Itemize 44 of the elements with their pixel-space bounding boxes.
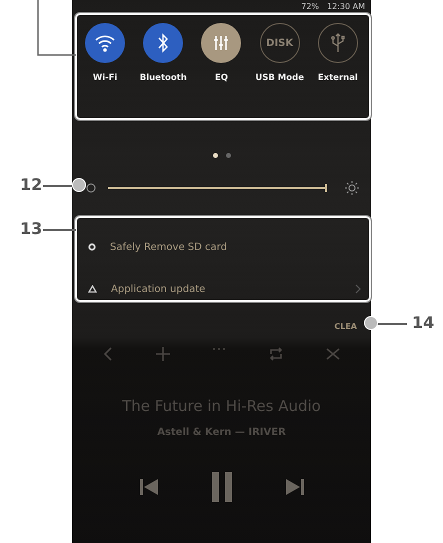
ring-icon <box>88 243 96 251</box>
clock-time: 12:30 AM <box>327 2 365 12</box>
callout-number: 13 <box>20 219 42 238</box>
notification-item[interactable]: Application update <box>72 268 371 310</box>
toggle-label: USB Mode <box>255 73 304 83</box>
back-icon[interactable] <box>103 347 114 361</box>
equalizer-icon <box>212 34 230 52</box>
notification-text: Safely Remove SD card <box>110 242 228 252</box>
leader-line <box>375 323 407 324</box>
track-artist: Astell & Kern — IRIVER <box>156 427 287 438</box>
next-icon[interactable] <box>284 477 304 497</box>
warning-icon <box>88 285 97 293</box>
more-icon[interactable] <box>212 347 226 351</box>
battery-level: 72% <box>301 2 320 12</box>
quick-toggle[interactable] <box>85 23 126 63</box>
toggle-label: Bluetooth <box>140 73 187 83</box>
usb-icon <box>330 32 346 54</box>
quick-toggle[interactable] <box>143 23 184 63</box>
leader-line <box>43 229 76 230</box>
quick-toggle[interactable] <box>318 23 358 63</box>
toggle-label: EQ <box>214 73 228 83</box>
callout-number: 14 <box>412 313 434 332</box>
track-title: The Future in Hi-Res Audio <box>121 397 322 415</box>
clear-button[interactable]: CLEA <box>334 322 357 331</box>
toggle-label: External <box>318 73 358 83</box>
dim-brightness-icon <box>86 183 96 193</box>
callout-number: 12 <box>20 175 42 194</box>
notification-text: Application update <box>111 284 206 294</box>
disk-icon: DISK <box>266 38 294 48</box>
sun-icon <box>345 181 359 195</box>
slider-thumb[interactable] <box>325 184 328 192</box>
repeat-icon[interactable] <box>269 347 284 361</box>
wifi-icon <box>94 34 116 52</box>
quick-toggle[interactable]: DISK <box>260 23 300 63</box>
shuffle-icon[interactable] <box>326 347 340 361</box>
previous-icon[interactable] <box>138 477 158 497</box>
callout-dot <box>364 316 378 330</box>
toggle-label: Wi-Fi <box>92 73 118 83</box>
quick-toggle[interactable] <box>201 23 242 63</box>
pause-icon[interactable] <box>210 472 232 502</box>
plus-icon[interactable] <box>156 347 170 361</box>
bluetooth-icon <box>157 33 170 53</box>
notification-item[interactable]: Safely Remove SD card <box>72 226 371 268</box>
chevron-right-icon <box>355 284 361 294</box>
